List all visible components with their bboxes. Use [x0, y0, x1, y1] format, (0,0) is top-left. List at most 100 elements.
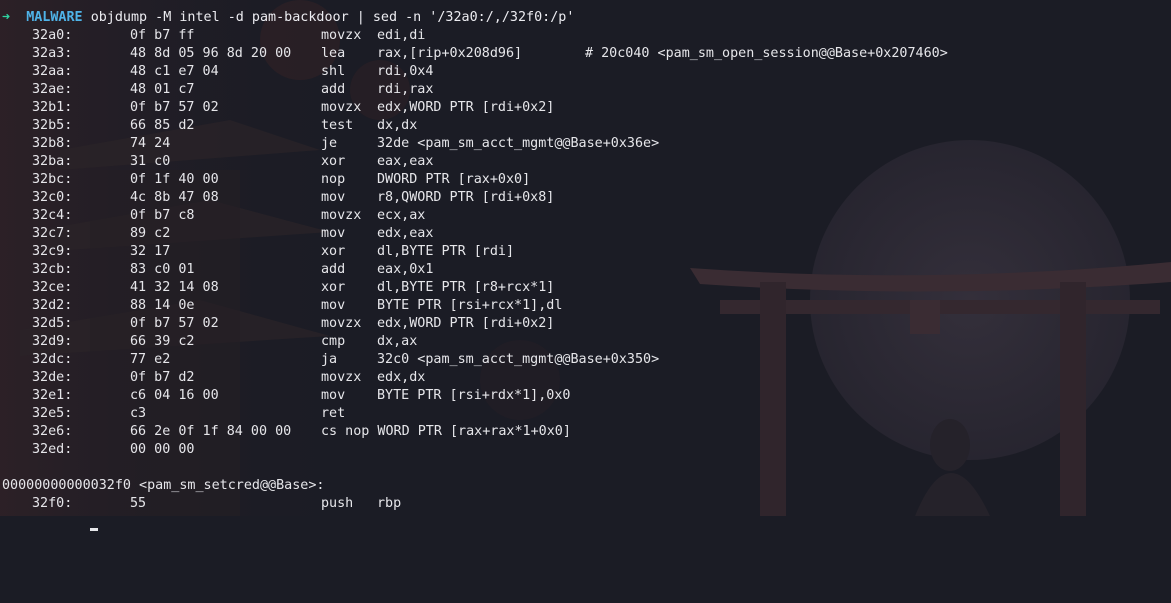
- instruction-bytes: 88 14 0e: [130, 298, 195, 313]
- instruction-row: 32d2: 88 14 0e mov BYTE PTR [rsi+rcx*1],dl: [2, 297, 1171, 315]
- prompt-line: ➜ MALWARE objdump -M intel -d pam-backdo…: [2, 9, 1171, 27]
- instruction-address: 32e5:: [32, 406, 73, 421]
- command-text: objdump -M intel -d pam-backdoor | sed -…: [90, 10, 575, 25]
- instruction-mnemonic: lea: [321, 46, 346, 61]
- instruction-address: 32ce:: [32, 280, 73, 295]
- instruction-mnemonic: movzx: [321, 28, 362, 43]
- terminal-output[interactable]: ➜ MALWARE objdump -M intel -d pam-backdo…: [2, 9, 1171, 531]
- instruction-address: 32c9:: [32, 244, 73, 259]
- instruction-address: 32dc:: [32, 352, 73, 367]
- prompt-directory: MALWARE: [26, 10, 83, 25]
- instruction-mnemonic: nop: [321, 172, 346, 187]
- instruction-address: 32bc:: [32, 172, 73, 187]
- instruction-operands: edx,WORD PTR [rdi+0x2]: [377, 100, 555, 115]
- terminal-cursor: [90, 528, 98, 531]
- instruction-mnemonic: mov: [321, 190, 346, 205]
- instruction-row: 32d9: 66 39 c2 cmp dx,ax: [2, 333, 1171, 351]
- instruction-operands: rax,[rip+0x208d96]: [377, 46, 523, 61]
- instruction-address: 32d5:: [32, 316, 73, 331]
- instruction-operands: edi,di: [377, 28, 426, 43]
- instruction-operands: dx,ax: [377, 334, 418, 349]
- instruction-bytes: 89 c2: [130, 226, 171, 241]
- instruction-row: 32e1: c6 04 16 00 mov BYTE PTR [rsi+rdx*1],…: [2, 387, 1171, 405]
- instruction-mnemonic: push: [321, 496, 354, 511]
- instruction-operands: r8,QWORD PTR [rdi+0x8]: [377, 190, 555, 205]
- instruction-bytes: 0f b7 d2: [130, 370, 195, 385]
- instruction-row: 32c9: 32 17 xor dl,BYTE PTR [rdi]: [2, 243, 1171, 261]
- instruction-bytes: 83 c0 01: [130, 262, 195, 277]
- instruction-row: 32aa: 48 c1 e7 04 shl rdi,0x4: [2, 63, 1171, 81]
- instruction-bytes: 66 2e 0f 1f 84 00 00: [130, 424, 292, 439]
- instruction-address: 32ba:: [32, 154, 73, 169]
- instruction-row: 32a0: 0f b7 ff movzx edi,di: [2, 27, 1171, 45]
- instruction-address: 32b8:: [32, 136, 73, 151]
- instruction-row: 32ae: 48 01 c7 add rdi,rax: [2, 81, 1171, 99]
- instruction-bytes: 77 e2: [130, 352, 171, 367]
- instruction-address: 32f0:: [32, 496, 73, 511]
- instruction-bytes: 55: [130, 496, 147, 511]
- instruction-address: 32aa:: [32, 64, 73, 79]
- instruction-bytes: 48 8d 05 96 8d 20 00: [130, 46, 292, 61]
- instruction-operands: edx,WORD PTR [rdi+0x2]: [377, 316, 555, 331]
- instruction-bytes: 41 32 14 08: [130, 280, 219, 295]
- instruction-row: 32e6: 66 2e 0f 1f 84 00 00 cs nop WORD PTR…: [2, 423, 1171, 441]
- instruction-row: 32ba: 31 c0 xor eax,eax: [2, 153, 1171, 171]
- instruction-mnemonic: movzx: [321, 208, 362, 223]
- instruction-bytes: 0f b7 ff: [130, 28, 195, 43]
- instruction-row: 32e5: c3 ret: [2, 405, 1171, 423]
- instruction-row: 32c7: 89 c2 mov edx,eax: [2, 225, 1171, 243]
- instruction-address: 32a3:: [32, 46, 73, 61]
- instruction-operands: DWORD PTR [rax+0x0]: [377, 172, 531, 187]
- instruction-address: 32e6:: [32, 424, 73, 439]
- instruction-mnemonic: mov: [321, 388, 346, 403]
- instruction-mnemonic: add: [321, 262, 346, 277]
- instruction-bytes: 74 24: [130, 136, 171, 151]
- instruction-mnemonic: cmp: [321, 334, 346, 349]
- instruction-address: 32b1:: [32, 100, 73, 115]
- instruction-mnemonic: movzx: [321, 100, 362, 115]
- instruction-mnemonic: mov: [321, 298, 346, 313]
- instruction-address: 32ed:: [32, 442, 73, 457]
- instruction-bytes: 32 17: [130, 244, 171, 259]
- instruction-bytes: 4c 8b 47 08: [130, 190, 219, 205]
- instruction-bytes: 48 01 c7: [130, 82, 195, 97]
- instruction-row: 32c0: 4c 8b 47 08 mov r8,QWORD PTR [rdi+0x8…: [2, 189, 1171, 207]
- instruction-address: 32a0:: [32, 28, 73, 43]
- instruction-bytes: 0f b7 c8: [130, 208, 195, 223]
- instruction-address: 32d9:: [32, 334, 73, 349]
- instruction-mnemonic: xor: [321, 154, 346, 169]
- instruction-operands: eax,eax: [377, 154, 434, 169]
- instruction-operands: 32de <pam_sm_acct_mgmt@@Base+0x36e>: [377, 136, 660, 151]
- instruction-bytes: 31 c0: [130, 154, 171, 169]
- instruction-row: 32a3: 48 8d 05 96 8d 20 00 lea rax,[rip+0x2…: [2, 45, 1171, 63]
- instruction-operands: rbp: [377, 496, 402, 511]
- instruction-mnemonic: movzx: [321, 370, 362, 385]
- instruction-address: 32ae:: [32, 82, 73, 97]
- instruction-row: 32c4: 0f b7 c8 movzx ecx,ax: [2, 207, 1171, 225]
- instruction-operands: dl,BYTE PTR [rdi]: [377, 244, 515, 259]
- instruction-mnemonic: cs nop WORD PTR [rax+rax*1+0x0]: [321, 424, 571, 439]
- instruction-bytes: 00 00 00: [130, 442, 195, 457]
- instruction-address: 32c4:: [32, 208, 73, 223]
- instruction-operands: dx,dx: [377, 118, 418, 133]
- instruction-bytes: 0f b7 57 02: [130, 316, 219, 331]
- instruction-address: 32d2:: [32, 298, 73, 313]
- instruction-mnemonic: ret: [321, 406, 346, 421]
- instruction-bytes: 66 85 d2: [130, 118, 195, 133]
- instruction-address: 32de:: [32, 370, 73, 385]
- instruction-row: 32b1: 0f b7 57 02 movzx edx,WORD PTR [rdi+0…: [2, 99, 1171, 117]
- instruction-operands: edx,dx: [377, 370, 426, 385]
- instruction-row: 32d5: 0f b7 57 02 movzx edx,WORD PTR [rdi+0…: [2, 315, 1171, 333]
- instruction-operands: edx,eax: [377, 226, 434, 241]
- instruction-address: 32c7:: [32, 226, 73, 241]
- instruction-bytes: 0f b7 57 02: [130, 100, 219, 115]
- instruction-address: 32b5:: [32, 118, 73, 133]
- tail-instruction-row: 32f0: 55 push rbp: [2, 495, 1171, 513]
- instruction-mnemonic: xor: [321, 280, 346, 295]
- instruction-row: 32b8: 74 24 je 32de <pam_sm_acct_mgmt@@Base…: [2, 135, 1171, 153]
- instruction-mnemonic: shl: [321, 64, 346, 79]
- instruction-comment: # 20c040 <pam_sm_open_session@@Base+0x20…: [585, 46, 948, 61]
- instruction-bytes: 66 39 c2: [130, 334, 195, 349]
- disassembly-listing: 32a0: 0f b7 ff movzx edi,di 32a3: 48 8d 05 96…: [2, 27, 1171, 459]
